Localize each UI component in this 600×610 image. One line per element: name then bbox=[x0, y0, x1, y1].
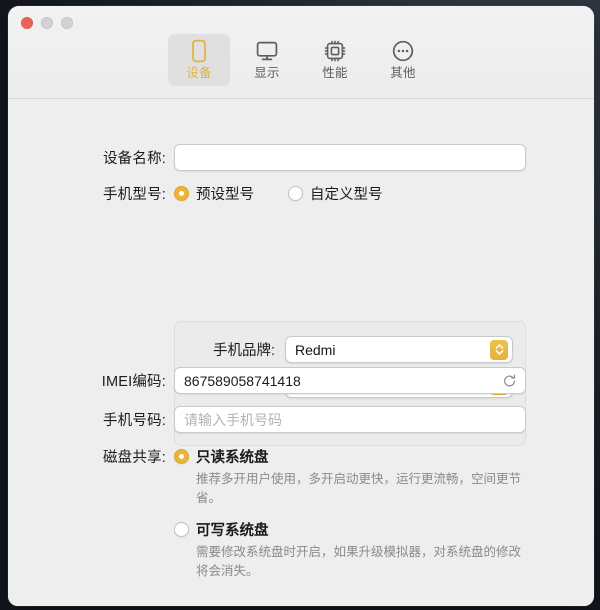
radio-custom-model-label: 自定义型号 bbox=[310, 187, 383, 203]
tab-device[interactable]: 设备 bbox=[168, 34, 230, 86]
disk-option-writable-description: 需要修改系统盘时开启，如果升级模拟器，对系统盘的修改将会消失。 bbox=[196, 545, 522, 579]
phone-number-label: 手机号码: bbox=[102, 413, 166, 429]
phone-number-input[interactable]: 请输入手机号码 bbox=[174, 406, 526, 433]
imei-label: IMEI编码: bbox=[101, 374, 166, 390]
window-toolbar: 设备 显示 性能 其他 bbox=[8, 6, 594, 99]
disk-option-readonly-description: 推荐多开用户使用，多开启动更快，运行更流畅，空间更节省。 bbox=[196, 472, 522, 506]
brand-select-value: Redmi bbox=[295, 341, 336, 358]
disk-option-writable-title: 可写系统盘 bbox=[196, 523, 269, 539]
device-name-input[interactable] bbox=[174, 144, 526, 171]
radio-preset-model-label: 预设型号 bbox=[196, 187, 254, 203]
disk-option-writable[interactable]: 可写系统盘 需要修改系统盘时开启，如果升级模拟器，对系统盘的修改将会消失。 bbox=[174, 519, 526, 582]
device-name-label: 设备名称: bbox=[102, 151, 166, 167]
brand-row: 手机品牌: Redmi bbox=[189, 336, 513, 363]
device-name-row: 设备名称: bbox=[66, 144, 526, 171]
radio-custom-model-indicator bbox=[288, 186, 303, 201]
radio-preset-model-indicator bbox=[174, 186, 189, 201]
disk-option-readonly[interactable]: 只读系统盘 推荐多开用户使用，多开启动更快，运行更流畅，空间更节省。 bbox=[174, 446, 526, 509]
minimize-window-button[interactable] bbox=[41, 17, 53, 29]
cpu-chip-icon bbox=[323, 39, 347, 63]
disk-sharing-label: 磁盘共享: bbox=[102, 450, 166, 466]
phone-model-label: 手机型号: bbox=[102, 187, 166, 203]
disk-option-writable-head[interactable]: 可写系统盘 bbox=[174, 519, 526, 540]
imei-input[interactable]: 867589058741418 bbox=[174, 367, 526, 394]
disk-option-readonly-title: 只读系统盘 bbox=[196, 450, 269, 466]
phone-model-row: 手机型号: 预设型号 自定义型号 bbox=[66, 183, 383, 204]
chevron-updown-icon bbox=[490, 339, 508, 360]
traffic-lights bbox=[21, 17, 73, 29]
imei-value: 867589058741418 bbox=[184, 372, 301, 389]
radio-readonly-indicator bbox=[174, 449, 189, 464]
imei-row: IMEI编码: 867589058741418 bbox=[66, 367, 526, 394]
phone-number-row: 手机号码: 请输入手机号码 bbox=[66, 406, 526, 433]
monitor-icon bbox=[255, 39, 279, 63]
maximize-window-button[interactable] bbox=[61, 17, 73, 29]
device-settings-panel: 设备名称: 手机型号: 预设型号 自定义型号 手机品牌: Redmi IMEI编… bbox=[8, 99, 594, 606]
phone-number-placeholder: 请输入手机号码 bbox=[184, 411, 282, 428]
refresh-icon[interactable] bbox=[502, 373, 517, 388]
brand-label: 手机品牌: bbox=[212, 343, 275, 359]
radio-preset-model[interactable]: 预设型号 bbox=[174, 183, 254, 204]
redaction-blur bbox=[175, 145, 465, 170]
tab-other-label: 其他 bbox=[390, 66, 416, 80]
ellipsis-circle-icon bbox=[391, 39, 415, 63]
tab-performance[interactable]: 性能 bbox=[304, 34, 366, 86]
tab-display-label: 显示 bbox=[254, 66, 280, 80]
radio-custom-model[interactable]: 自定义型号 bbox=[288, 183, 383, 204]
phone-icon bbox=[190, 39, 208, 63]
tab-device-label: 设备 bbox=[186, 66, 212, 80]
tab-display[interactable]: 显示 bbox=[236, 34, 298, 86]
close-window-button[interactable] bbox=[21, 17, 33, 29]
settings-window: 设备 显示 性能 其他 设备名称: 手机型号: 预设型号 自定义型号 手机品牌:… bbox=[8, 6, 594, 606]
radio-writable-indicator bbox=[174, 522, 189, 537]
disk-option-readonly-head[interactable]: 只读系统盘 bbox=[174, 446, 526, 467]
disk-sharing-label-row: 磁盘共享: bbox=[66, 446, 166, 467]
tab-performance-label: 性能 bbox=[322, 66, 348, 80]
tab-other[interactable]: 其他 bbox=[372, 34, 434, 86]
tab-bar: 设备 显示 性能 其他 bbox=[8, 34, 594, 86]
brand-select[interactable]: Redmi bbox=[285, 336, 513, 363]
